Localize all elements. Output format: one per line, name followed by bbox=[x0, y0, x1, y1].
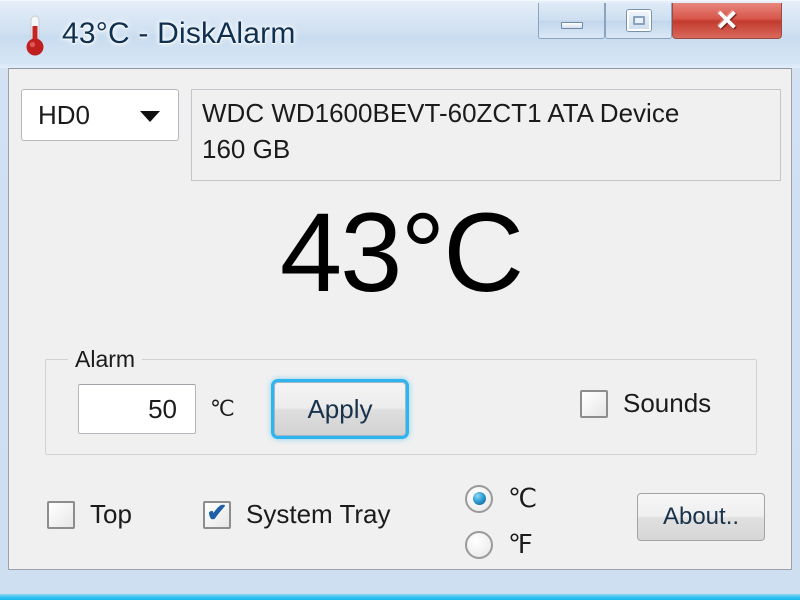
fahrenheit-radio-circle[interactable] bbox=[465, 530, 493, 559]
drive-selector-value: HD0 bbox=[38, 99, 91, 130]
title-bar[interactable]: 43°C - DiskAlarm ✕ bbox=[0, 0, 800, 68]
minimize-icon bbox=[560, 22, 583, 29]
sounds-checkbox[interactable]: Sounds bbox=[580, 388, 711, 419]
alarm-group-box: Alarm 50 ℃ Apply Sounds bbox=[45, 346, 757, 455]
close-icon: ✕ bbox=[715, 4, 739, 36]
fahrenheit-radio[interactable]: ℉ bbox=[465, 529, 533, 560]
temperature-display: 43°C bbox=[279, 190, 524, 315]
apply-button[interactable]: Apply bbox=[274, 382, 406, 436]
system-tray-checkbox-label: System Tray bbox=[246, 499, 391, 529]
bottom-options-row: Top ✔ System Tray ℃ ℉ About.. bbox=[9, 473, 793, 563]
client-area: HD0 WDC WD1600BEVT-60ZCT1 ATA Device 160… bbox=[8, 68, 792, 570]
device-model: WDC WD1600BEVT-60ZCT1 ATA Device bbox=[202, 98, 680, 128]
device-info-panel: WDC WD1600BEVT-60ZCT1 ATA Device 160 GB bbox=[191, 89, 781, 181]
celsius-radio-label: ℃ bbox=[508, 483, 538, 513]
system-tray-checkbox-box[interactable]: ✔ bbox=[203, 498, 231, 529]
alarm-group-label: Alarm bbox=[68, 346, 143, 373]
chevron-down-icon bbox=[140, 111, 160, 122]
celsius-radio-circle[interactable] bbox=[465, 484, 493, 513]
sounds-checkbox-box[interactable] bbox=[580, 389, 608, 418]
checkmark-icon: ✔ bbox=[206, 498, 228, 527]
maximize-restore-button[interactable] bbox=[605, 3, 672, 39]
alarm-unit-label: ℃ bbox=[210, 396, 235, 421]
close-button[interactable]: ✕ bbox=[672, 3, 782, 39]
window-frame-bottom-edge bbox=[0, 594, 800, 600]
thermometer-icon bbox=[26, 15, 44, 56]
top-checkbox-label: Top bbox=[90, 499, 132, 529]
celsius-radio[interactable]: ℃ bbox=[465, 483, 537, 514]
always-on-top-checkbox[interactable]: Top bbox=[47, 499, 132, 530]
alarm-threshold-input[interactable]: 50 bbox=[78, 384, 196, 434]
system-tray-checkbox[interactable]: ✔ System Tray bbox=[203, 499, 390, 530]
device-capacity: 160 GB bbox=[202, 133, 291, 164]
maximize-icon bbox=[626, 10, 651, 31]
sounds-checkbox-label: Sounds bbox=[623, 388, 712, 418]
drive-selector-dropdown[interactable]: HD0 bbox=[21, 89, 179, 141]
top-checkbox-box[interactable] bbox=[47, 500, 75, 529]
about-button[interactable]: About.. bbox=[637, 493, 765, 541]
fahrenheit-radio-label: ℉ bbox=[508, 529, 533, 559]
window-title: 43°C - DiskAlarm bbox=[62, 17, 296, 50]
radio-selected-dot bbox=[472, 492, 486, 505]
application-window: 43°C - DiskAlarm ✕ HD0 WDC WD1600BEVT-60… bbox=[0, 0, 800, 600]
minimize-button[interactable] bbox=[538, 3, 605, 39]
